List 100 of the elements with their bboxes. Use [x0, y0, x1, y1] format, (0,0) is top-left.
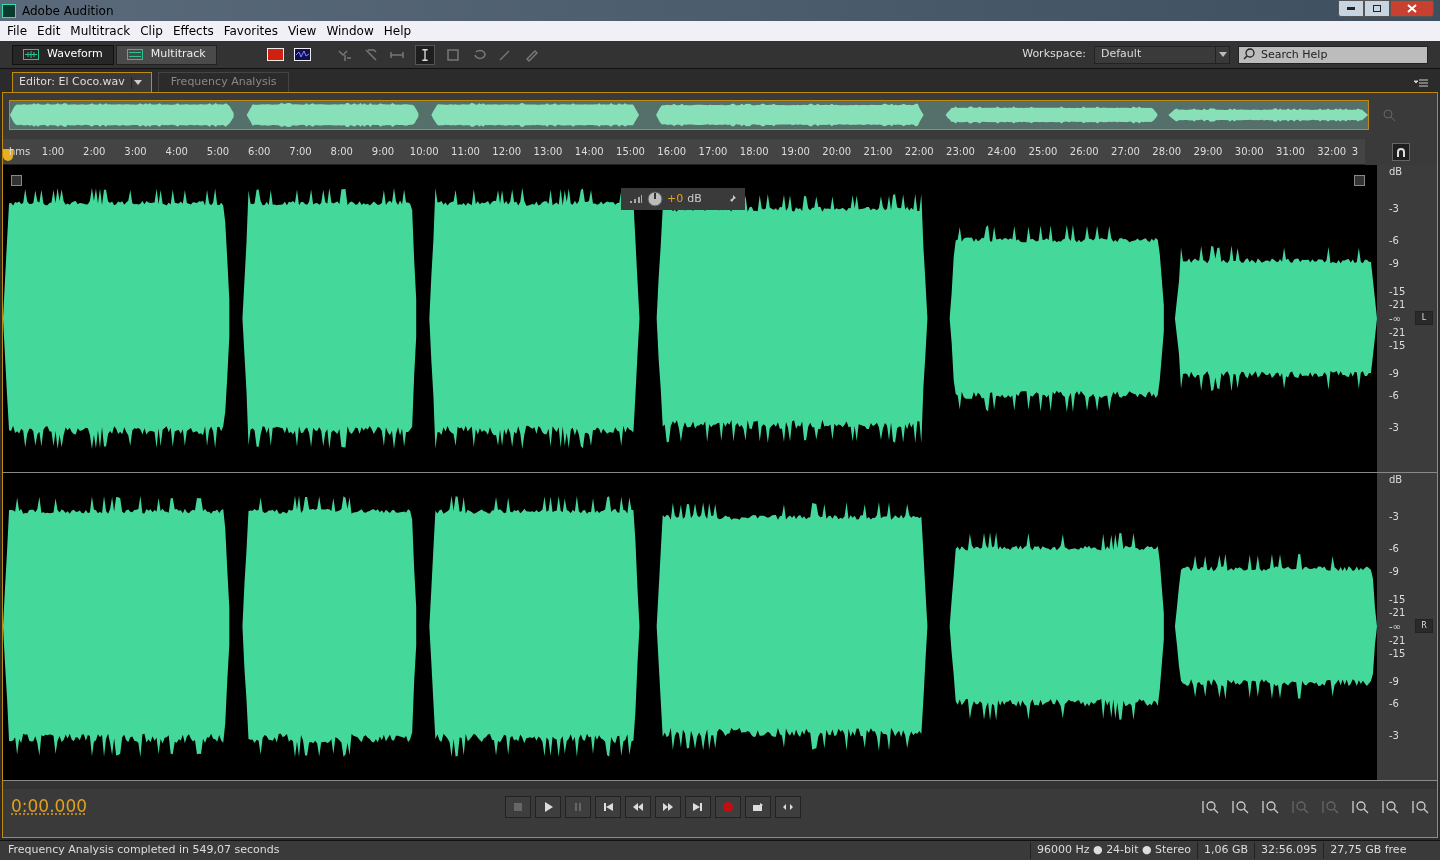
ruler-label: 9:00 [371, 145, 395, 159]
ruler-label: 18:00 [739, 145, 769, 159]
status-field: 27,75 GB free [1323, 842, 1413, 859]
ruler-label: 20:00 [822, 145, 852, 159]
time-display: 0:00.000 [11, 795, 89, 819]
menu-item[interactable]: Edit [32, 22, 66, 40]
waveform-icon [23, 49, 39, 60]
scale-label: -∞ [1389, 313, 1401, 325]
scale-label: -15 [1389, 648, 1406, 660]
view-button[interactable]: Multitrack [115, 44, 217, 65]
ruler-label: 14:00 [574, 145, 604, 159]
knob-icon[interactable] [647, 191, 663, 207]
scale-label: dB [1389, 474, 1403, 486]
scrollbar[interactable] [3, 781, 1437, 789]
scale-label: -21 [1389, 607, 1406, 619]
waveform-view-icon[interactable] [293, 48, 311, 61]
menu-item[interactable]: Favorites [218, 22, 283, 40]
scale-label: -3 [1389, 422, 1399, 434]
scale-label: -6 [1389, 235, 1399, 247]
scale-label: -∞ [1389, 621, 1401, 633]
ruler-label: 16:00 [657, 145, 687, 159]
scale-label: -15 [1389, 340, 1406, 352]
menu-item[interactable]: File [2, 22, 33, 40]
ruler-label: 5:00 [206, 145, 230, 159]
ruler-label: 26:00 [1069, 145, 1099, 159]
ruler-label: 31:00 [1276, 145, 1305, 159]
scale-label: dB [1389, 166, 1403, 178]
ruler-label: 8:00 [330, 145, 353, 159]
zoom-in-amplitude-icon[interactable] [1201, 799, 1219, 815]
volume-value: +0 [667, 190, 684, 207]
ruler-label: 17:00 [698, 145, 728, 159]
caret-icon[interactable] [134, 80, 143, 85]
overview-waveform[interactable] [9, 100, 1369, 130]
menu-item[interactable]: Effects [167, 22, 219, 40]
ruler-label: 21:00 [863, 145, 893, 159]
corner-handle-icon[interactable] [1354, 175, 1365, 186]
play-icon[interactable] [535, 796, 561, 818]
menu-item[interactable]: Window [321, 22, 379, 40]
ruler-label: 15:00 [616, 145, 645, 159]
minimize-icon [1347, 7, 1355, 10]
snap-icon[interactable] [1392, 143, 1410, 161]
ruler-label: 19:00 [781, 145, 810, 159]
status-field: 96000 Hz ● 24-bit ● Stereo [1030, 842, 1197, 859]
menu-item[interactable]: View [282, 22, 322, 40]
rewind-icon[interactable] [625, 796, 651, 818]
ruler-label: 32:00 [1317, 145, 1347, 159]
scale-label: -9 [1389, 258, 1399, 270]
corner-handle-icon[interactable] [11, 175, 22, 186]
scale-label: -9 [1389, 566, 1399, 578]
level-icon [629, 194, 643, 204]
ruler-label: 28:00 [1152, 145, 1182, 159]
scale-label: -15 [1389, 594, 1406, 606]
caret-icon [1218, 52, 1227, 57]
ruler-label: 29:00 [1193, 145, 1223, 159]
scale-label: -6 [1389, 390, 1399, 402]
close-icon [1407, 4, 1417, 13]
menu-item[interactable]: Multitrack [65, 22, 136, 40]
status-field: 32:56.095 [1253, 842, 1324, 859]
ruler-label: 6:00 [248, 145, 271, 159]
search-field[interactable]: Search Help [1238, 45, 1428, 64]
scale-label: -9 [1389, 368, 1399, 380]
scale-label: -21 [1389, 635, 1406, 647]
ruler-label: 4:00 [165, 145, 188, 159]
zoom-in-time-icon[interactable] [1261, 799, 1279, 815]
skip-end-icon[interactable] [685, 796, 711, 818]
volume-unit: dB [687, 190, 702, 207]
fast-forward-icon[interactable] [655, 796, 681, 818]
close-button[interactable] [1390, 0, 1434, 17]
status-message: Frequency Analysis completed in 549,07 seconds [7, 842, 281, 859]
ruler-label: 7:00 [289, 145, 312, 159]
view-button[interactable]: Waveform [12, 44, 114, 65]
ruler-label: 22:00 [904, 145, 934, 159]
skip-start-icon[interactable] [595, 796, 621, 818]
loop-icon[interactable] [745, 796, 771, 818]
menu-item[interactable]: Clip [135, 22, 168, 40]
ruler-label: 10:00 [409, 145, 439, 159]
minimize-button[interactable] [1338, 0, 1364, 17]
cursor-icon[interactable] [414, 44, 435, 65]
channel-label[interactable]: L [1415, 311, 1433, 325]
panel-menu-icon[interactable] [1414, 79, 1428, 87]
workspace-label: Workspace: [1022, 46, 1086, 63]
editor-tab[interactable]: Frequency Analysis [157, 72, 290, 92]
ruler-label: 2:00 [83, 145, 106, 159]
menu-item[interactable]: Help [378, 22, 417, 40]
restore-button[interactable] [1364, 0, 1390, 17]
skip-icon[interactable] [775, 796, 801, 818]
scale-label: -21 [1389, 327, 1406, 339]
spectral-view-icon[interactable] [266, 48, 284, 61]
scale-label: -3 [1389, 730, 1399, 742]
workspace-dropdown[interactable]: Default [1094, 45, 1230, 64]
channel-label[interactable]: R [1415, 619, 1433, 633]
ruler-label: 24:00 [987, 145, 1017, 159]
scale-label: -3 [1389, 511, 1399, 523]
ruler-label: 11:00 [451, 145, 480, 159]
ruler-label: 12:00 [492, 145, 522, 159]
ruler-label: 25:00 [1028, 145, 1058, 159]
scale-label: -6 [1389, 698, 1399, 710]
ruler-label: 13:00 [533, 145, 563, 159]
editor-tab[interactable]: Editor: El Coco.wav [12, 72, 152, 92]
scale-label: -3 [1389, 203, 1399, 215]
